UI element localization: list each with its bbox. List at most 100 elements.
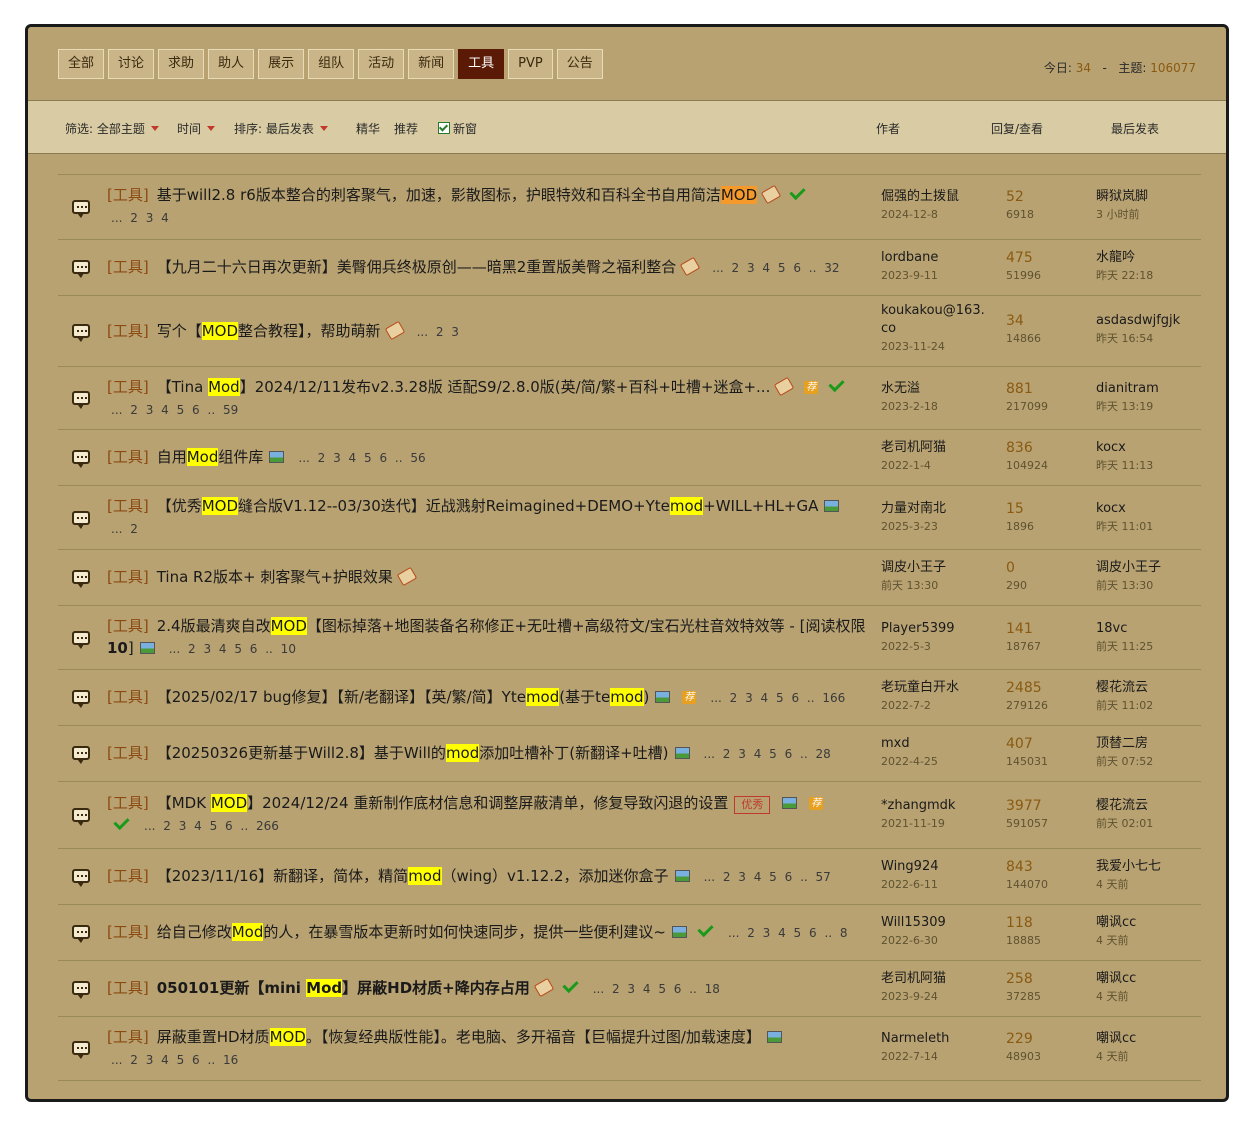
reply-count[interactable]: 141 bbox=[1006, 620, 1086, 638]
author-name[interactable]: 调皮小王子 bbox=[881, 559, 991, 577]
author-name[interactable]: *zhangmdk bbox=[881, 797, 991, 815]
last-post-time[interactable]: 4 天前 bbox=[1096, 876, 1196, 894]
thread-tag[interactable]: [工具] bbox=[107, 322, 149, 340]
thread-tag[interactable]: [工具] bbox=[107, 688, 149, 706]
thread-tag[interactable]: [工具] bbox=[107, 448, 149, 466]
thread-title[interactable]: [工具] 屏蔽重置HD材质MOD。【恢复经典版性能】。老电脑、多开福音【巨幅提升过… bbox=[107, 1026, 879, 1071]
last-post-time[interactable]: 前天 11:02 bbox=[1096, 697, 1196, 715]
thread-tag[interactable]: [工具] bbox=[107, 744, 149, 762]
reply-count[interactable]: 229 bbox=[1006, 1030, 1086, 1048]
last-post-time[interactable]: 前天 11:25 bbox=[1096, 638, 1196, 656]
page-links[interactable]: ... 2 bbox=[111, 522, 138, 536]
tab-discuss[interactable]: 讨论 bbox=[108, 49, 155, 79]
last-poster[interactable]: 嘲讽cc bbox=[1096, 914, 1196, 932]
thread-row[interactable]: [工具] 自用Mod组件库 ... 2 3 4 5 6 .. 56 老司机阿猫 202… bbox=[58, 430, 1201, 486]
reply-count[interactable]: 3977 bbox=[1006, 797, 1086, 815]
tab-pvp[interactable]: PVP bbox=[508, 49, 553, 79]
thread-title[interactable]: [工具] 【2023/11/16】新翻译，简体，精简mod（wing）v1.12.… bbox=[107, 865, 879, 888]
column-author[interactable]: 作者 bbox=[876, 120, 900, 137]
thread-title[interactable]: [工具] 【九月二十六日再次更新】美臀佣兵终极原创——暗黑2重置版美臀之福利整合.… bbox=[107, 256, 879, 279]
tab-help[interactable]: 求助 bbox=[158, 49, 205, 79]
thread-row[interactable]: [工具] 【Tina Mod】2024/12/11发布v2.3.28版 适配S9/… bbox=[58, 367, 1201, 430]
author-name[interactable]: koukakou@163.co bbox=[881, 302, 986, 338]
last-poster[interactable]: 水龍吟 bbox=[1096, 249, 1196, 267]
reply-count[interactable]: 881 bbox=[1006, 380, 1086, 398]
last-post-time[interactable]: 前天 13:30 bbox=[1096, 577, 1196, 595]
column-last-post[interactable]: 最后发表 bbox=[1111, 120, 1159, 137]
reply-count[interactable]: 843 bbox=[1006, 858, 1086, 876]
thread-tag[interactable]: [工具] bbox=[107, 378, 149, 396]
thread-tag[interactable]: [工具] bbox=[107, 568, 149, 586]
page-links[interactable]: ... 2 3 4 5 6 .. 18 bbox=[593, 982, 720, 996]
reply-count[interactable]: 2485 bbox=[1006, 679, 1086, 697]
last-poster[interactable]: 樱花流云 bbox=[1096, 797, 1196, 815]
thread-row[interactable]: [工具] 基于will2.8 r6版本整合的刺客聚气，加速，影散图标，护眼特效和百… bbox=[58, 175, 1201, 240]
thread-row[interactable]: [工具] 【MDK MOD】2024/12/24 重新制作底材信息和调整屏蔽清单，… bbox=[58, 782, 1201, 849]
thread-row[interactable]: [工具] 给自己修改Mod的人，在暴雪版本更新时如何快速同步，提供一些便利建议~.… bbox=[58, 905, 1201, 961]
thread-title[interactable]: [工具] 自用Mod组件库 ... 2 3 4 5 6 .. 56 bbox=[107, 446, 879, 469]
last-poster[interactable]: 嘲讽cc bbox=[1096, 970, 1196, 988]
author-name[interactable]: Will15309 bbox=[881, 914, 991, 932]
author-name[interactable]: Player5399 bbox=[881, 620, 991, 638]
last-post-time[interactable]: 4 天前 bbox=[1096, 988, 1196, 1006]
page-links[interactable]: ... 2 3 4 5 6 .. 57 bbox=[704, 870, 831, 884]
author-name[interactable]: lordbane bbox=[881, 249, 991, 267]
page-links[interactable]: ... 2 3 4 5 6 .. 59 bbox=[111, 403, 238, 417]
page-links[interactable]: ... 2 3 4 5 6 .. 32 bbox=[712, 261, 839, 275]
tab-announcements[interactable]: 公告 bbox=[556, 49, 603, 79]
tab-assist[interactable]: 助人 bbox=[208, 49, 255, 79]
last-poster[interactable]: 瞬狱岚脚 bbox=[1096, 188, 1196, 206]
page-links[interactable]: ... 2 3 4 5 6 .. 56 bbox=[298, 451, 425, 465]
last-poster[interactable]: kocx bbox=[1096, 500, 1196, 518]
thread-title[interactable]: [工具] 【优秀MOD缝合版V1.12--03/30迭代】近战溅射Reimagin… bbox=[107, 495, 879, 540]
new-window-checkbox[interactable]: 新窗 bbox=[438, 120, 477, 137]
sort-dropdown[interactable]: 排序: 最后发表 bbox=[234, 120, 328, 137]
last-post-time[interactable]: 前天 02:01 bbox=[1096, 815, 1196, 833]
last-poster[interactable]: dianitram bbox=[1096, 380, 1196, 398]
reply-count[interactable]: 0 bbox=[1006, 559, 1086, 577]
last-poster[interactable]: asdasdwjfgjk bbox=[1096, 312, 1196, 330]
page-links[interactable]: ... 2 3 bbox=[417, 325, 459, 339]
author-name[interactable]: 老司机阿猫 bbox=[881, 970, 991, 988]
last-post-time[interactable]: 4 天前 bbox=[1096, 1048, 1196, 1066]
thread-row[interactable]: [工具] 2.4版最清爽自改MOD【图标掉落+地图装备名称修正+无吐槽+高级符文/… bbox=[58, 606, 1201, 670]
page-links[interactable]: ... 2 3 4 bbox=[111, 211, 169, 225]
reply-count[interactable]: 407 bbox=[1006, 735, 1086, 753]
tab-news[interactable]: 新闻 bbox=[408, 49, 455, 79]
page-links[interactable]: ... 2 3 4 5 6 .. 16 bbox=[111, 1053, 238, 1067]
last-post-time[interactable]: 昨天 16:54 bbox=[1096, 330, 1196, 348]
last-poster[interactable]: 18vc bbox=[1096, 620, 1196, 638]
tab-team[interactable]: 组队 bbox=[308, 49, 355, 79]
last-post-time[interactable]: 昨天 22:18 bbox=[1096, 267, 1196, 285]
thread-title[interactable]: [工具] Tina R2版本+ 刺客聚气+护眼效果 bbox=[107, 566, 879, 588]
thread-title[interactable]: [工具] 【Tina Mod】2024/12/11发布v2.3.28版 适配S9/… bbox=[107, 375, 879, 421]
thread-tag[interactable]: [工具] bbox=[107, 979, 149, 997]
column-replies-views[interactable]: 回复/查看 bbox=[991, 120, 1043, 137]
last-poster[interactable]: kocx bbox=[1096, 439, 1196, 457]
thread-title[interactable]: [工具] 给自己修改Mod的人，在暴雪版本更新时如何快速同步，提供一些便利建议~.… bbox=[107, 920, 879, 944]
digest-link[interactable]: 精华 bbox=[356, 120, 380, 137]
thread-title[interactable]: [工具] 【MDK MOD】2024/12/24 重新制作底材信息和调整屏蔽清单，… bbox=[107, 792, 879, 837]
thread-title[interactable]: [工具] 050101更新【mini Mod】屏蔽HD材质+降内存占用 ... 2 … bbox=[107, 976, 879, 1000]
thread-tag[interactable]: [工具] bbox=[107, 617, 149, 635]
page-links[interactable]: ... 2 3 4 5 6 .. 166 bbox=[710, 691, 845, 705]
thread-row[interactable]: [工具] 屏蔽重置HD材质MOD。【恢复经典版性能】。老电脑、多开福音【巨幅提升过… bbox=[58, 1017, 1201, 1081]
thread-tag[interactable]: [工具] bbox=[107, 497, 149, 515]
last-poster[interactable]: 我爱小七七 bbox=[1096, 858, 1196, 876]
page-links[interactable]: ... 2 3 4 5 6 .. 8 bbox=[728, 926, 848, 940]
tab-showcase[interactable]: 展示 bbox=[258, 49, 305, 79]
filter-dropdown[interactable]: 筛选: 全部主题 bbox=[65, 120, 159, 137]
author-name[interactable]: Wing924 bbox=[881, 858, 991, 876]
thread-row[interactable]: [工具] 【优秀MOD缝合版V1.12--03/30迭代】近战溅射Reimagin… bbox=[58, 486, 1201, 550]
thread-title[interactable]: [工具] 【20250326更新基于Will2.8】基于Will的mod添加吐槽补… bbox=[107, 742, 879, 765]
page-links[interactable]: ... 2 3 4 5 6 .. 10 bbox=[169, 642, 296, 656]
last-post-time[interactable]: 3 小时前 bbox=[1096, 206, 1196, 224]
author-name[interactable]: 力量对南北 bbox=[881, 500, 991, 518]
author-name[interactable]: 倔强的土拨鼠 bbox=[881, 188, 991, 206]
thread-title[interactable]: [工具] 2.4版最清爽自改MOD【图标掉落+地图装备名称修正+无吐槽+高级符文/… bbox=[107, 615, 879, 660]
thread-row[interactable]: [工具] 050101更新【mini Mod】屏蔽HD材质+降内存占用 ... 2 … bbox=[58, 961, 1201, 1017]
thread-row[interactable]: [工具] Tina R2版本+ 刺客聚气+护眼效果 调皮小王子前天 13:30 0… bbox=[58, 550, 1201, 606]
thread-row[interactable]: [工具] 【2023/11/16】新翻译，简体，精简mod（wing）v1.12.… bbox=[58, 849, 1201, 905]
page-links[interactable]: ... 2 3 4 5 6 .. 266 bbox=[144, 819, 279, 833]
reply-count[interactable]: 475 bbox=[1006, 249, 1086, 267]
